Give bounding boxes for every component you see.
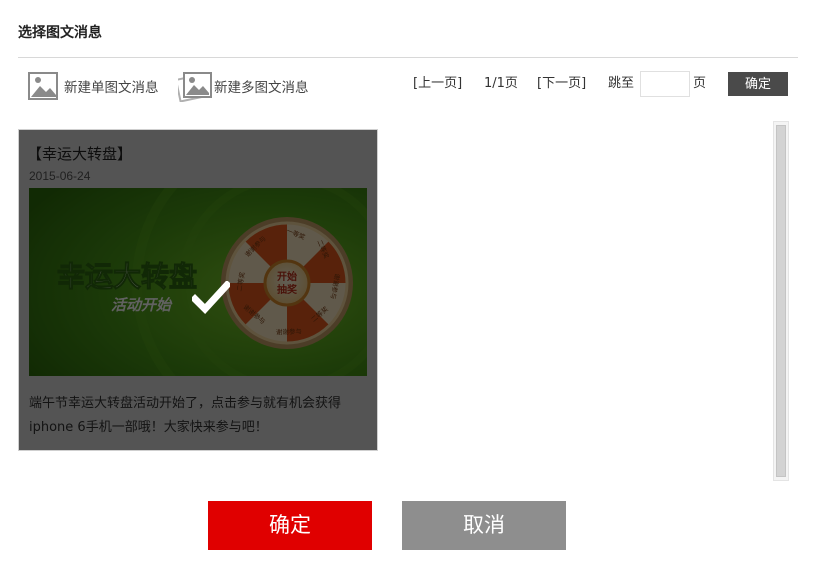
image-icon (28, 70, 60, 102)
jump-to-label: 跳至 (608, 76, 635, 91)
multi-image-icon (174, 70, 212, 103)
new-single-article-button[interactable]: 新建单图文消息 (28, 70, 159, 102)
cover-subline: 活动开始 (111, 296, 173, 314)
confirm-button[interactable]: 确定 (208, 501, 372, 550)
prize-wheel-graphic: 开始 抽奖 一等奖 二等奖 谢谢参与 二等奖 谢谢参与 谢谢参与 二等奖 谢谢参… (221, 217, 353, 349)
jump-page-input[interactable] (640, 71, 690, 97)
scrollbar-thumb[interactable] (776, 125, 786, 477)
new-multi-article-button[interactable]: 新建多图文消息 (174, 70, 309, 103)
new-multi-article-label: 新建多图文消息 (214, 80, 309, 96)
card-date: 2015-06-24 (29, 169, 91, 183)
page-indicator: 1/1页 (484, 76, 518, 91)
vertical-scrollbar[interactable] (773, 121, 789, 481)
card-description: 端午节幸运大转盘活动开始了，点击参与就有机会获得iphone 6手机一部哦！大家… (29, 396, 342, 435)
cancel-button[interactable]: 取消 (402, 501, 566, 550)
article-card[interactable]: 【幸运大转盘】 2015-06-24 开始 抽奖 一等奖 二等奖 谢谢参与 二等… (18, 129, 378, 451)
wheel-center-line2: 抽奖 (277, 283, 298, 296)
title-divider (18, 57, 798, 58)
wheel-prize-5: 谢谢参与 (276, 327, 302, 337)
wheel-center-line1: 开始 (277, 270, 297, 283)
prev-page-link[interactable]: [上一页] (413, 75, 462, 93)
new-single-article-label: 新建单图文消息 (64, 80, 159, 96)
page-suffix-label: 页 (693, 76, 707, 91)
card-title: 【幸运大转盘】 (27, 145, 133, 163)
dialog-title: 选择图文消息 (18, 25, 102, 41)
cover-headline: 幸运大转盘 (57, 260, 197, 293)
checkmark-icon (190, 280, 232, 315)
jump-confirm-button[interactable]: 确定 (728, 72, 788, 96)
next-page-link[interactable]: [下一页] (537, 75, 586, 93)
